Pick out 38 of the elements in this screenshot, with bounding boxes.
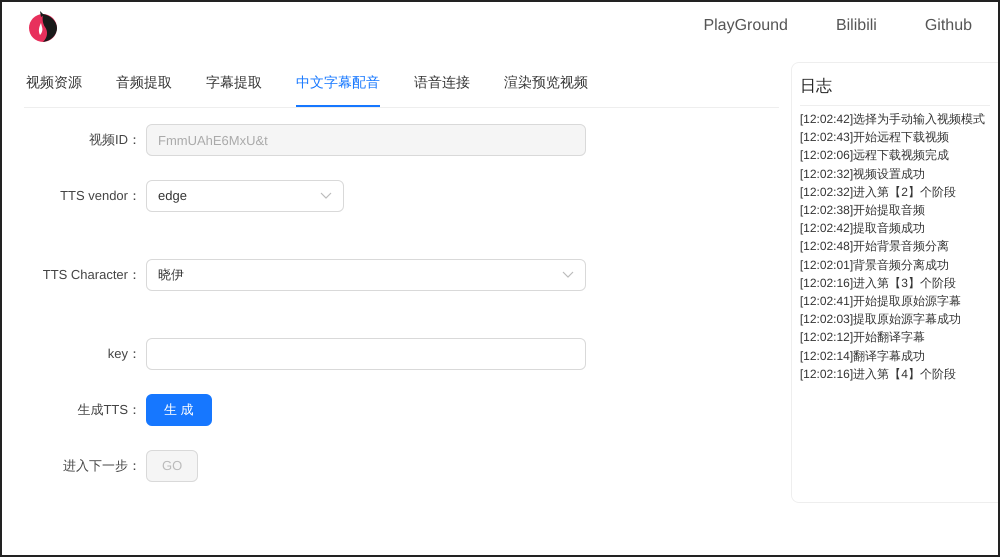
- log-entry: [12:02:16]进入第【3】个阶段: [800, 274, 957, 292]
- log-entry: [12:02:06]远程下载视频完成: [800, 147, 950, 164]
- log-entry: [12:02:43]开始远程下载视频: [800, 129, 950, 146]
- log-entry: [12:02:12]开始翻译字幕: [800, 329, 926, 346]
- log-entry: [12:02:42]选择为手动输入视频模式: [800, 111, 986, 128]
- log-entry: [12:02:38]开始提取音频: [800, 202, 926, 220]
- log-entry: [12:02:14]翻译字幕成功: [800, 348, 926, 365]
- logo: [28, 9, 58, 43]
- select-field[interactable]: edge: [146, 180, 344, 212]
- generate-button[interactable]: 生 成: [146, 394, 212, 426]
- field-label: key：: [106, 345, 142, 364]
- input-field[interactable]: [146, 338, 586, 370]
- log-entry: [12:02:32]视频设置成功: [800, 166, 926, 183]
- tab[interactable]: 字幕提取: [206, 62, 262, 107]
- log-entry: [12:02:03]提取原始源字幕成功: [800, 311, 962, 328]
- field-label: 进入下一步：: [62, 457, 142, 476]
- chevron-down-icon: [562, 271, 574, 279]
- select-field[interactable]: 晓伊: [146, 259, 586, 291]
- chevron-down-icon: [320, 192, 332, 200]
- log-entry: [12:02:16]进入第【4】个阶段: [800, 366, 957, 383]
- tab[interactable]: 中文字幕配音: [296, 62, 380, 107]
- tab[interactable]: 语音连接: [414, 62, 470, 107]
- tab[interactable]: 音频提取: [116, 62, 172, 107]
- log-entry: [12:02:48]开始背景音频分离: [800, 238, 950, 256]
- log-entry: [12:02:01]背景音频分离成功: [800, 256, 950, 274]
- field-label: TTS vendor：: [59, 187, 142, 206]
- nav-link[interactable]: PlayGround: [703, 14, 788, 38]
- panel-title: 日志: [800, 75, 990, 106]
- tab[interactable]: 渲染预览视频: [504, 62, 588, 107]
- log-entry: [12:02:41]开始提取原始源字幕: [800, 293, 962, 310]
- tab[interactable]: 视频资源: [26, 62, 82, 107]
- nav-link[interactable]: Bilibili: [836, 14, 877, 38]
- field-label: 生成TTS：: [76, 401, 142, 420]
- field-label: TTS Character：: [42, 266, 142, 284]
- log-entry: [12:02:32]进入第【2】个阶段: [800, 184, 957, 201]
- nav-link[interactable]: Github: [924, 14, 972, 38]
- log-entry: [12:02:42]提取音频成功: [800, 220, 926, 238]
- field-label: 视频ID：: [88, 131, 142, 150]
